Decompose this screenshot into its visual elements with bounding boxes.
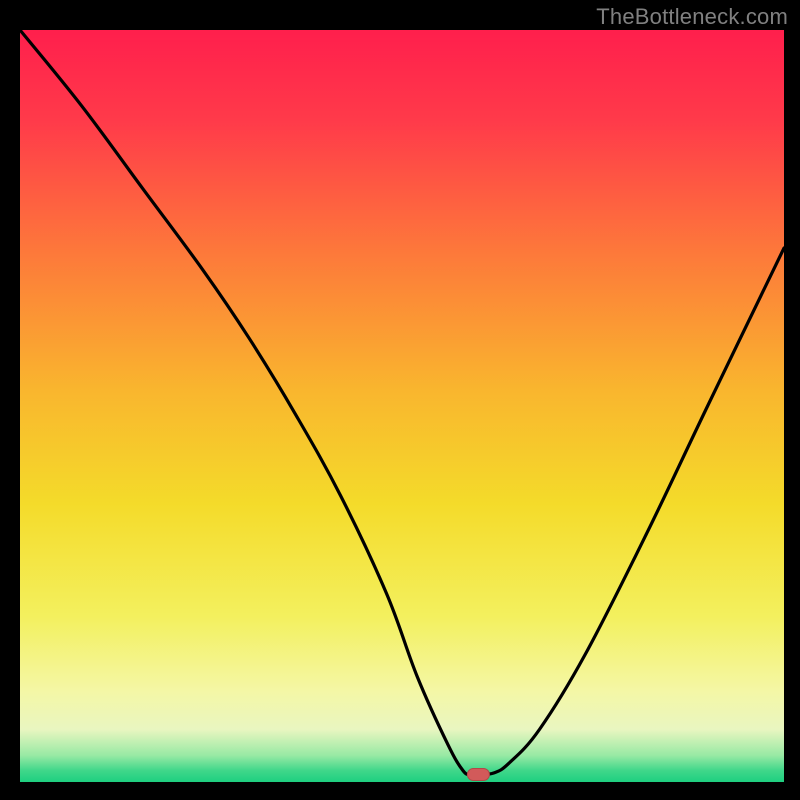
plot-area bbox=[20, 30, 784, 782]
gradient-background bbox=[20, 30, 784, 782]
chart-frame: TheBottleneck.com bbox=[0, 0, 800, 800]
watermark-text: TheBottleneck.com bbox=[596, 4, 788, 30]
optimal-marker bbox=[467, 768, 489, 780]
chart-svg bbox=[20, 30, 784, 782]
